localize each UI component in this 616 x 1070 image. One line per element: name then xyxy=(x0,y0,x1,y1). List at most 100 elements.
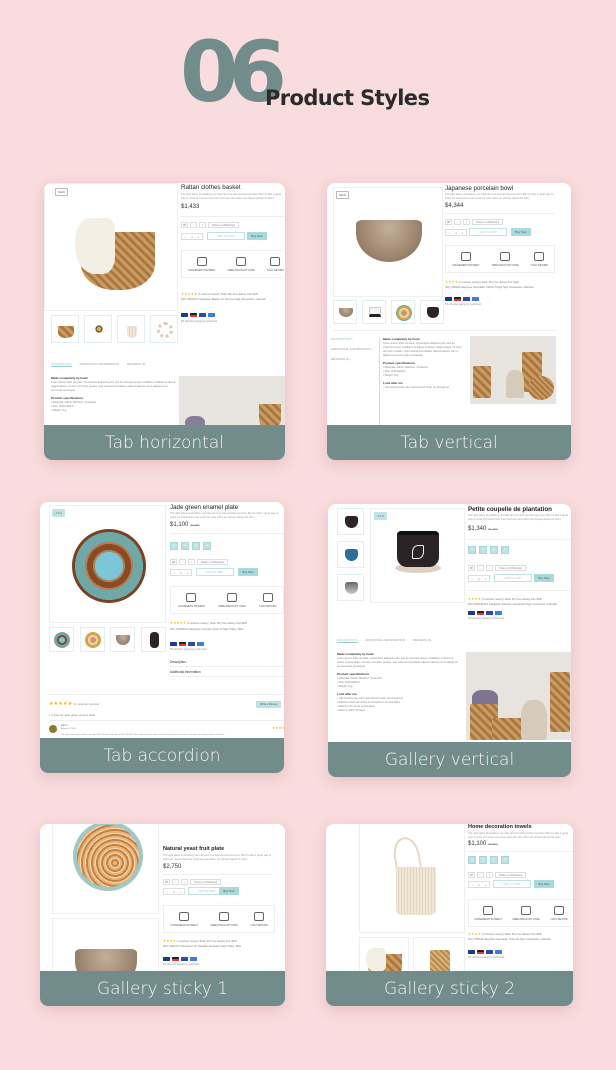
wishlist-icon[interactable]: ♡ xyxy=(190,222,197,228)
buy-now-button[interactable]: Buy Now xyxy=(534,880,554,888)
thumbnail[interactable] xyxy=(49,627,74,652)
product-description: The right piece of jewellery can help al… xyxy=(468,514,568,521)
thumbnail[interactable] xyxy=(362,300,386,324)
section-number: 06 xyxy=(180,23,287,121)
add-to-cart-button[interactable]: ADD TO CART xyxy=(493,880,531,888)
thumbnail[interactable] xyxy=(80,627,105,652)
compare-icon[interactable]: ⇄ xyxy=(468,872,475,878)
description-body: Made completely by hand Lorem ipsum dolo… xyxy=(337,652,458,712)
product-badge: -14% xyxy=(374,512,388,520)
share-icon[interactable]: < xyxy=(199,222,206,228)
compare-icon[interactable]: ⇄ xyxy=(468,565,475,571)
add-to-cart-button[interactable]: ADD TO CART xyxy=(494,574,532,582)
thumbnail[interactable] xyxy=(84,315,112,343)
share-whatsapp-button[interactable]: Share on WhatsApp xyxy=(495,872,527,878)
tab-description[interactable]: DESCRIPTION › xyxy=(331,337,372,341)
pot-image xyxy=(397,531,439,567)
wishlist-icon[interactable]: ♡ xyxy=(477,872,484,878)
thumbnail[interactable] xyxy=(141,627,166,652)
coupon-icon xyxy=(219,911,230,921)
quantity-stepper[interactable]: −1 + xyxy=(170,569,192,576)
payment-note: 5% off when paying by credit card xyxy=(468,617,504,620)
description-body: Made completely by hand Lorem ipsum dolo… xyxy=(51,376,176,412)
thumbnail[interactable] xyxy=(150,315,178,343)
buy-now-button[interactable]: Buy Now xyxy=(238,568,258,576)
buy-now-button[interactable]: Buy Now xyxy=(247,232,267,240)
quantity-stepper[interactable]: −1 + xyxy=(181,233,203,240)
quantity-stepper[interactable]: −1 + xyxy=(163,888,185,895)
thumbnail[interactable] xyxy=(337,574,364,601)
lifestyle-photo xyxy=(466,652,571,740)
thumbnail[interactable] xyxy=(391,300,415,324)
style-card-gallery-sticky-2[interactable]: Home decoration towels The right piece o… xyxy=(326,824,573,1006)
wishlist-icon[interactable]: ♡ xyxy=(454,219,461,225)
tab-additional-info[interactable]: ADDITIONAL INFORMATION xyxy=(80,362,120,367)
thumbnail[interactable] xyxy=(110,627,135,652)
review-heading: 1 review for Jade green enamel plate xyxy=(49,713,96,717)
thumbnail[interactable] xyxy=(51,315,79,343)
share-icon[interactable]: < xyxy=(486,565,493,571)
rating-stars: ★★★★★ xyxy=(181,292,198,296)
wishlist-icon[interactable]: ♡ xyxy=(172,879,179,885)
card-caption: Tab vertical xyxy=(327,425,571,460)
macrame-bag-image xyxy=(396,867,436,915)
style-card-gallery-sticky-1[interactable]: Natural yeast fruit plate The right piec… xyxy=(40,824,285,1006)
payment-icons xyxy=(181,313,215,317)
tab-reviews[interactable]: REVIEWS (1) xyxy=(127,362,145,367)
product-title: Petite coupelle de plantation xyxy=(468,506,552,513)
quantity-stepper[interactable]: −1 + xyxy=(468,575,490,582)
share-icon[interactable]: < xyxy=(181,879,188,885)
compare-icon[interactable]: ⇄ xyxy=(163,879,170,885)
share-whatsapp-button[interactable]: Share on WhatsApp xyxy=(190,879,222,885)
share-whatsapp-button[interactable]: Share on WhatsApp xyxy=(495,565,527,571)
share-icon[interactable]: < xyxy=(188,559,195,565)
compare-icon[interactable]: ⇄ xyxy=(170,559,177,565)
return-icon xyxy=(553,905,564,915)
quantity-stepper[interactable]: −1 + xyxy=(445,229,467,236)
write-review-button[interactable]: Write a Review xyxy=(256,701,282,708)
coupon-icon xyxy=(521,905,532,915)
share-icon[interactable]: < xyxy=(486,872,493,878)
tab-description[interactable]: DESCRIPTION xyxy=(337,638,358,643)
share-whatsapp-button[interactable]: Share on WhatsApp xyxy=(472,219,504,225)
share-whatsapp-button[interactable]: Share on WhatsApp xyxy=(197,559,229,565)
product-description: The right piece of jewellery can help al… xyxy=(468,832,568,839)
wallet-icon xyxy=(186,592,197,602)
countdown-boxes: 12 08 30 39 xyxy=(468,856,509,864)
quantity-stepper[interactable]: −1 + xyxy=(468,881,490,888)
tab-additional-info[interactable]: ADDITIONAL INFORMATION xyxy=(366,638,406,643)
style-card-tab-vertical[interactable]: NEW Japanese porcelain bowl The right pi… xyxy=(327,183,571,460)
thumbnail[interactable] xyxy=(337,508,364,535)
wishlist-icon[interactable]: ♡ xyxy=(477,565,484,571)
tab-reviews[interactable]: REVIEWS (1) xyxy=(413,638,431,643)
buy-now-button[interactable]: Buy Now xyxy=(534,574,554,582)
compare-icon[interactable]: ⇄ xyxy=(181,222,188,228)
style-card-tab-horizontal[interactable]: NEW Rattan clothes basket The right piec… xyxy=(44,183,285,460)
wishlist-icon[interactable]: ♡ xyxy=(179,559,186,565)
product-description: The right piece of jewellery can help al… xyxy=(163,854,272,861)
add-to-cart-button[interactable]: ADD TO CART xyxy=(207,232,245,240)
tab-reviews[interactable]: REVIEWS (1) › xyxy=(331,357,372,361)
add-to-cart-button[interactable]: ADD TO CART xyxy=(196,568,234,576)
main-image-frame: -14% xyxy=(370,508,465,603)
buy-now-button[interactable]: Buy Now xyxy=(219,887,239,895)
buy-now-button[interactable]: Buy Now xyxy=(511,228,531,236)
share-whatsapp-button[interactable]: Share on WhatsApp xyxy=(208,222,240,228)
payment-note: 5% off when paying by credit card xyxy=(170,648,206,651)
thumbnail[interactable] xyxy=(420,300,444,324)
wallet-icon xyxy=(196,256,207,266)
thumbnail[interactable] xyxy=(333,300,357,324)
style-card-tab-accordion[interactable]: -13% Jade green enamel plate The right p… xyxy=(40,502,284,773)
add-to-cart-button[interactable]: ADD TO CART xyxy=(469,228,507,236)
tab-description[interactable]: DESCRIPTION xyxy=(51,362,72,367)
payment-icons xyxy=(163,957,197,961)
share-icon[interactable]: < xyxy=(463,219,470,225)
accordion-additional-info[interactable]: Additional information xyxy=(170,670,284,677)
payment-note: 5% off when paying by credit card xyxy=(468,956,504,959)
thumbnail[interactable] xyxy=(117,315,145,343)
tab-additional-info[interactable]: ADDITIONAL INFORMATION › xyxy=(331,347,372,351)
compare-icon[interactable]: ⇄ xyxy=(445,219,452,225)
accordion-description[interactable]: Description xyxy=(170,660,284,667)
style-card-gallery-vertical[interactable]: -14% Petite coupelle de plantation The r… xyxy=(328,504,571,777)
thumbnail[interactable] xyxy=(337,541,364,568)
